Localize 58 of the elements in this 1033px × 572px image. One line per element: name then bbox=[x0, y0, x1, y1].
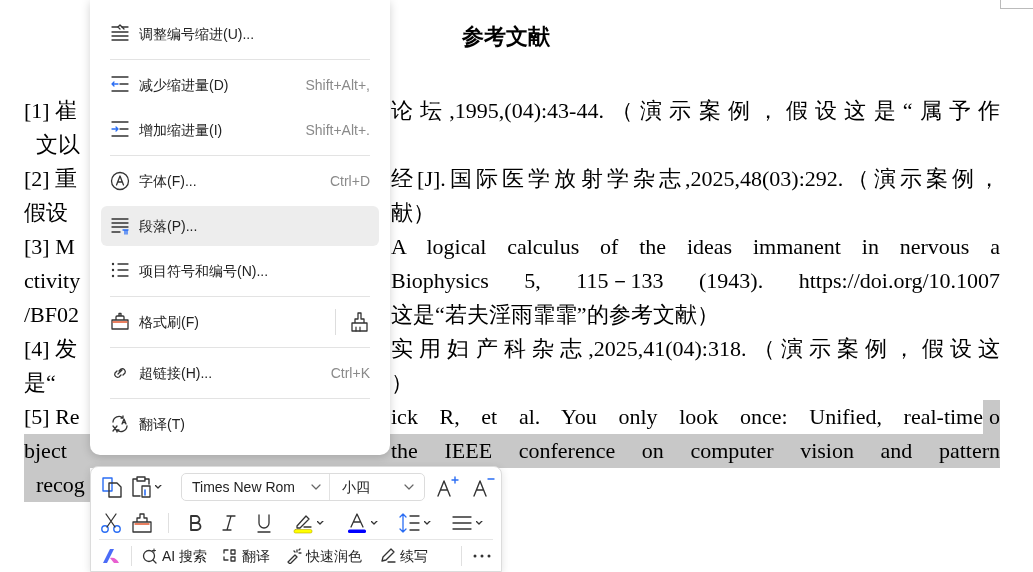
document-line: 论坛,1995,(04):43-44.（演示案例，假设这是“属予作 bbox=[391, 97, 1000, 125]
search-icon bbox=[142, 548, 158, 564]
document-line: A logical calculus of the ideas immanent in nervous a bbox=[391, 233, 1000, 261]
brush-icon[interactable] bbox=[350, 311, 370, 333]
document-line: recog bbox=[36, 472, 85, 497]
magic-wand-icon bbox=[286, 548, 303, 564]
copy-icon[interactable] bbox=[100, 475, 124, 499]
app-logo-icon[interactable] bbox=[101, 547, 121, 565]
document-line: 文以 bbox=[36, 132, 80, 157]
document-line: ick R, et al. You only look once: Unified, real-time bbox=[391, 403, 983, 431]
caret-icon bbox=[317, 521, 324, 525]
caret-icon bbox=[371, 521, 378, 525]
line-spacing-icon bbox=[399, 512, 421, 534]
document-line: 经[J].国际医学放射学杂志,2025,48(03):292.（演示案例， bbox=[391, 165, 1000, 193]
increase-indent-icon bbox=[110, 120, 130, 140]
shortcut-text: Shift+Alt+. bbox=[305, 120, 370, 140]
indent-adjust-icon bbox=[110, 24, 130, 44]
pen-icon bbox=[380, 548, 397, 564]
paragraph-icon bbox=[110, 216, 130, 236]
document-line: 献） bbox=[391, 199, 435, 227]
caret-icon bbox=[155, 485, 162, 489]
document-line: the IEEE conference on computer vision and pattern bbox=[391, 437, 1000, 465]
ai-action-button[interactable]: 翻译 bbox=[222, 545, 271, 567]
shortcut-text: Shift+Alt+, bbox=[305, 75, 370, 95]
document-line: /BF02 bbox=[24, 302, 80, 327]
shortcut-text: Ctrl+D bbox=[329, 171, 370, 191]
font-color-icon bbox=[346, 512, 368, 534]
document-line: [1] 崔 bbox=[24, 98, 78, 123]
grow-font-icon[interactable] bbox=[435, 475, 459, 499]
document-line: 假设 bbox=[24, 200, 68, 225]
document-line: Biophysics 5, 115－133 (1943). https://doi.org/10.1007 bbox=[391, 267, 1000, 295]
ai-action-button[interactable]: 续写 bbox=[380, 545, 429, 567]
brush-icon bbox=[110, 312, 130, 332]
document-line: ） bbox=[391, 369, 413, 397]
brush-icon[interactable] bbox=[131, 512, 153, 534]
selected-text: o bbox=[983, 400, 1000, 434]
document-line: [3] M bbox=[24, 234, 75, 259]
circled-letter-icon bbox=[110, 171, 130, 191]
ai-action-button[interactable]: 快速润色 bbox=[286, 545, 363, 567]
document-line: [2] 重 bbox=[24, 166, 78, 191]
document-line: [4] 发 bbox=[24, 336, 78, 361]
document-line: 是“ bbox=[24, 370, 56, 395]
document-line: [5] Re bbox=[24, 404, 80, 429]
decrease-indent-icon bbox=[110, 75, 130, 95]
more-icon[interactable] bbox=[472, 553, 493, 559]
menu-item[interactable]: 段落(P)... bbox=[101, 206, 379, 246]
shrink-font-icon[interactable] bbox=[471, 475, 495, 499]
scissors-icon[interactable] bbox=[100, 512, 122, 534]
document-line: 实用妇产科杂志,2025,41(04):318.（演示案例，假设这 bbox=[391, 335, 1000, 363]
document-line: bject bbox=[24, 438, 67, 463]
shortcut-text: Ctrl+K bbox=[330, 363, 370, 383]
document-line: 这是“若夫淫雨霏霏”的参考文献） bbox=[391, 301, 719, 329]
caret-icon bbox=[476, 521, 483, 525]
ai-action-button[interactable]: AI 搜索 bbox=[142, 545, 208, 567]
document-title: 参考文献 bbox=[462, 23, 550, 51]
clipboard-icon bbox=[130, 475, 152, 499]
caret-icon bbox=[424, 521, 431, 525]
document-line: ctivity bbox=[24, 268, 81, 293]
